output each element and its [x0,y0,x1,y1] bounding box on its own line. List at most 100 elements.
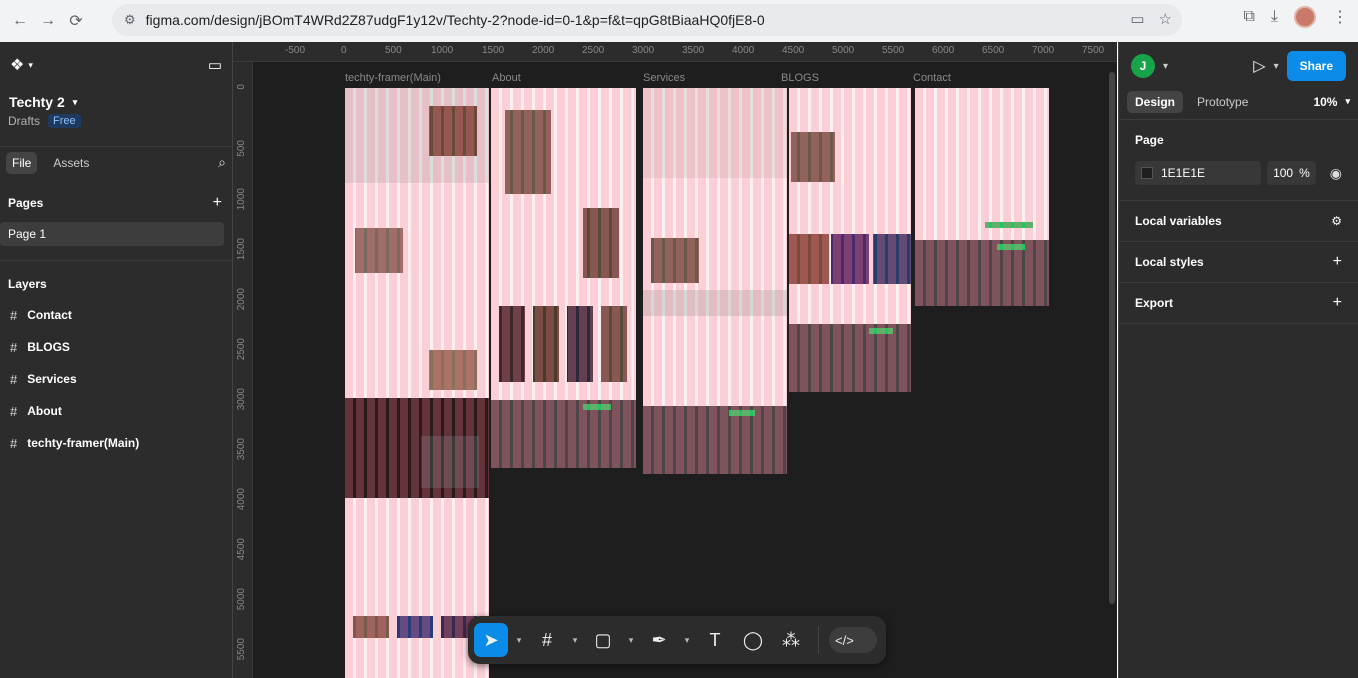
layer-services[interactable]: # Services [0,363,232,395]
site-info-icon[interactable]: ⚙ [124,12,136,28]
ruler-tick: 0 [236,84,247,90]
export-label[interactable]: Export [1135,296,1173,310]
frame-label-contact[interactable]: Contact [913,72,951,84]
search-icon[interactable]: ⌕ [218,154,226,171]
color-swatch[interactable] [1141,167,1153,179]
right-panel: J ▾ ▷ ▾ Share Design Prototype 10% ▾ Page… [1118,42,1358,678]
chevron-down-icon[interactable]: ▾ [680,635,694,646]
frame-services[interactable] [643,88,787,474]
tools-toolbar: ➤ ▾ # ▾ ▢ ▾ ✒ ▾ T ◯ ⁂ </> [468,616,886,664]
tab-assets[interactable]: Assets [47,152,95,174]
rectangle-tool-icon[interactable]: ▢ [586,623,620,657]
frame-about[interactable] [491,88,636,468]
ruler-tick: 4500 [782,45,805,56]
more-menu-icon[interactable]: ⋮ [1332,7,1348,27]
url-text: figma.com/design/jBOmT4WRd2Z87udgF1y12v/… [145,12,765,28]
ruler-tick: 6000 [932,45,955,56]
background-opacity-field[interactable]: 100 % [1267,161,1316,185]
user-avatar[interactable]: J [1131,54,1155,78]
cast-icon[interactable]: ▭ [1130,10,1144,28]
plan-badge: Free [48,114,81,128]
file-title[interactable]: Techty 2 ▾ [0,88,232,110]
frame-icon: # [10,403,18,419]
comment-tool-icon[interactable]: ◯ [736,623,770,657]
sidebar-toggle-icon[interactable]: ▭ [208,56,222,74]
tab-design[interactable]: Design [1127,90,1184,113]
pen-tool-icon[interactable]: ✒ [642,623,676,657]
ruler-tick: 6500 [982,45,1005,56]
frame-contact[interactable] [915,88,1049,306]
add-page-icon[interactable]: + [213,194,222,212]
frame-label-main[interactable]: techty-framer(Main) [345,72,441,84]
chevron-down-icon[interactable]: ▾ [512,635,526,646]
variables-icon[interactable]: ⚙ [1331,214,1342,228]
present-play-icon[interactable]: ▷ [1253,56,1265,76]
chevron-down-icon[interactable]: ▾ [1163,61,1168,72]
figma-logo-icon: ❖ [10,57,25,74]
ruler-tick: 0 [341,45,347,56]
canvas-scrollbar[interactable] [1109,72,1115,604]
tab-prototype[interactable]: Prototype [1189,91,1256,113]
ruler-tick: 7500 [1082,45,1105,56]
pages-header: Pages [8,196,44,210]
layer-about[interactable]: # About [0,395,232,427]
code-icon: </> [835,632,854,648]
share-button[interactable]: Share [1286,51,1346,81]
ruler-tick: 5500 [882,45,905,56]
frame-blogs[interactable] [789,88,911,392]
ruler-tick: 3500 [236,438,247,461]
address-bar[interactable]: ⚙ figma.com/design/jBOmT4WRd2Z87udgF1y12… [112,4,1182,36]
local-styles-label[interactable]: Local styles [1135,255,1204,269]
bookmark-star-icon[interactable]: ☆ [1159,10,1172,28]
actions-tool-icon[interactable]: ⁂ [774,623,808,657]
add-export-icon[interactable]: + [1333,294,1342,312]
back-icon[interactable]: ← [6,7,34,35]
ruler-tick: 1000 [236,188,247,211]
ruler-tick: 4000 [732,45,755,56]
ruler-tick: 5500 [236,638,247,661]
tab-file[interactable]: File [6,151,38,174]
ruler-tick: 5000 [236,588,247,611]
canvas[interactable]: -500 0 500 1000 1500 2000 2500 3000 3500… [233,42,1117,678]
ruler-tick: -500 [285,45,306,56]
ruler-tick: 3000 [632,45,655,56]
horizontal-ruler: -500 0 500 1000 1500 2000 2500 3000 3500… [233,42,1117,62]
chevron-down-icon[interactable]: ▾ [568,635,582,646]
local-variables-label[interactable]: Local variables [1135,214,1222,228]
ruler-tick: 2000 [532,45,555,56]
chevron-down-icon: ▾ [72,96,78,107]
chevron-down-icon[interactable]: ▾ [1274,61,1279,72]
text-tool-icon[interactable]: T [698,623,732,657]
page-item[interactable]: Page 1 [0,222,224,246]
ruler-tick: 2500 [236,338,247,361]
chevron-down-icon[interactable]: ▾ [624,635,638,646]
frame-label-services[interactable]: Services [643,72,685,84]
layer-blogs[interactable]: # BLOGS [0,331,232,363]
background-color-field[interactable]: 1E1E1E [1135,161,1262,185]
ruler-tick: 500 [385,45,402,56]
frame-label-blogs[interactable]: BLOGS [781,72,819,84]
page-section-title: Page [1135,133,1164,147]
extensions-icon[interactable]: ⧉ [1243,8,1254,26]
frame-icon: # [10,371,18,387]
frame-main[interactable] [345,88,489,678]
dev-mode-toggle[interactable]: </> [829,627,877,653]
layer-techty-framer-main[interactable]: # techty-framer(Main) [0,427,232,459]
figma-menu[interactable]: ❖ ▾ [10,55,33,75]
frame-tool-icon[interactable]: # [530,623,564,657]
layer-contact[interactable]: # Contact [0,299,232,331]
zoom-control[interactable]: 10% ▾ [1313,95,1350,109]
reload-icon[interactable]: ⟳ [62,7,90,35]
vertical-ruler: 0 500 1000 1500 2000 2500 3000 3500 4000… [233,62,253,678]
profile-avatar[interactable] [1294,6,1316,28]
frame-icon: # [10,307,18,323]
ruler-tick: 1500 [482,45,505,56]
visibility-eye-icon[interactable]: ◉ [1330,165,1342,182]
download-icon[interactable]: ⤓ [1271,8,1278,26]
forward-icon[interactable]: → [34,7,62,35]
drafts-label[interactable]: Drafts [8,114,40,128]
ruler-tick: 3000 [236,388,247,411]
add-style-icon[interactable]: + [1333,253,1342,271]
frame-label-about[interactable]: About [492,72,521,84]
move-tool-icon[interactable]: ➤ [474,623,508,657]
